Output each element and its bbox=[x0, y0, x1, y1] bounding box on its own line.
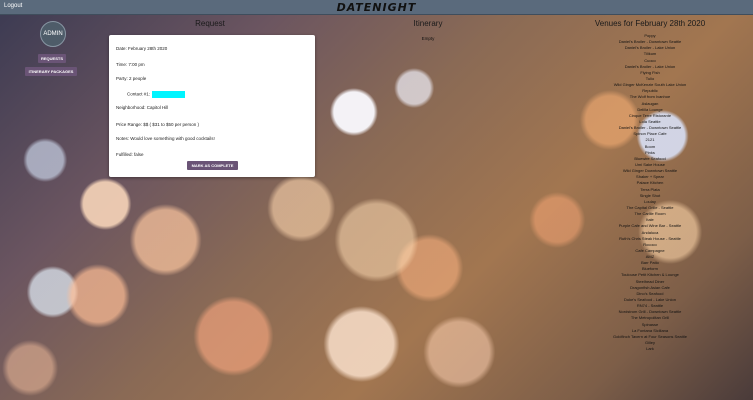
venues-column-title: Venues for February 28th 2020 bbox=[594, 19, 706, 28]
top-bar: Logout DATENIGHT bbox=[0, 0, 753, 15]
request-column-title: Request bbox=[195, 19, 225, 28]
app-logo: DATENIGHT bbox=[336, 1, 417, 14]
request-date: Date: February 28th 2020 bbox=[116, 46, 168, 51]
itinerary-empty-text: Empty bbox=[421, 36, 435, 41]
request-time: Time: 7:00 pm bbox=[116, 62, 145, 67]
request-fulfilled: Fulfilled: false bbox=[116, 152, 144, 157]
request-contact: Contact #1: bbox=[127, 91, 186, 98]
requests-button[interactable]: REQUESTS bbox=[38, 54, 66, 63]
venue-list: Poppy Daniel's Broiler - Downtown Seattle… bbox=[580, 33, 720, 352]
contact-redaction bbox=[152, 91, 186, 98]
contact-label: Contact #1: bbox=[127, 91, 151, 97]
request-price-range: Price Range: $$ ( $31 to $50 per person … bbox=[116, 122, 200, 127]
admin-avatar: ADMIN bbox=[40, 21, 66, 47]
request-card: Date: February 28th 2020 Time: 7:00 pm P… bbox=[109, 35, 315, 177]
itinerary-column-title: Itinerary bbox=[413, 19, 443, 28]
request-notes: Notes: Would love something with good co… bbox=[116, 136, 215, 141]
request-party: Party: 2 people bbox=[116, 76, 147, 81]
venue-item[interactable]: Lark bbox=[580, 346, 720, 352]
mark-complete-button[interactable]: MARK AS COMPLETE bbox=[187, 161, 238, 170]
itinerary-packages-button[interactable]: ITINERARY PACKAGES bbox=[25, 67, 77, 76]
request-neighborhood: Neighborhood: Capitol Hill bbox=[116, 105, 169, 110]
